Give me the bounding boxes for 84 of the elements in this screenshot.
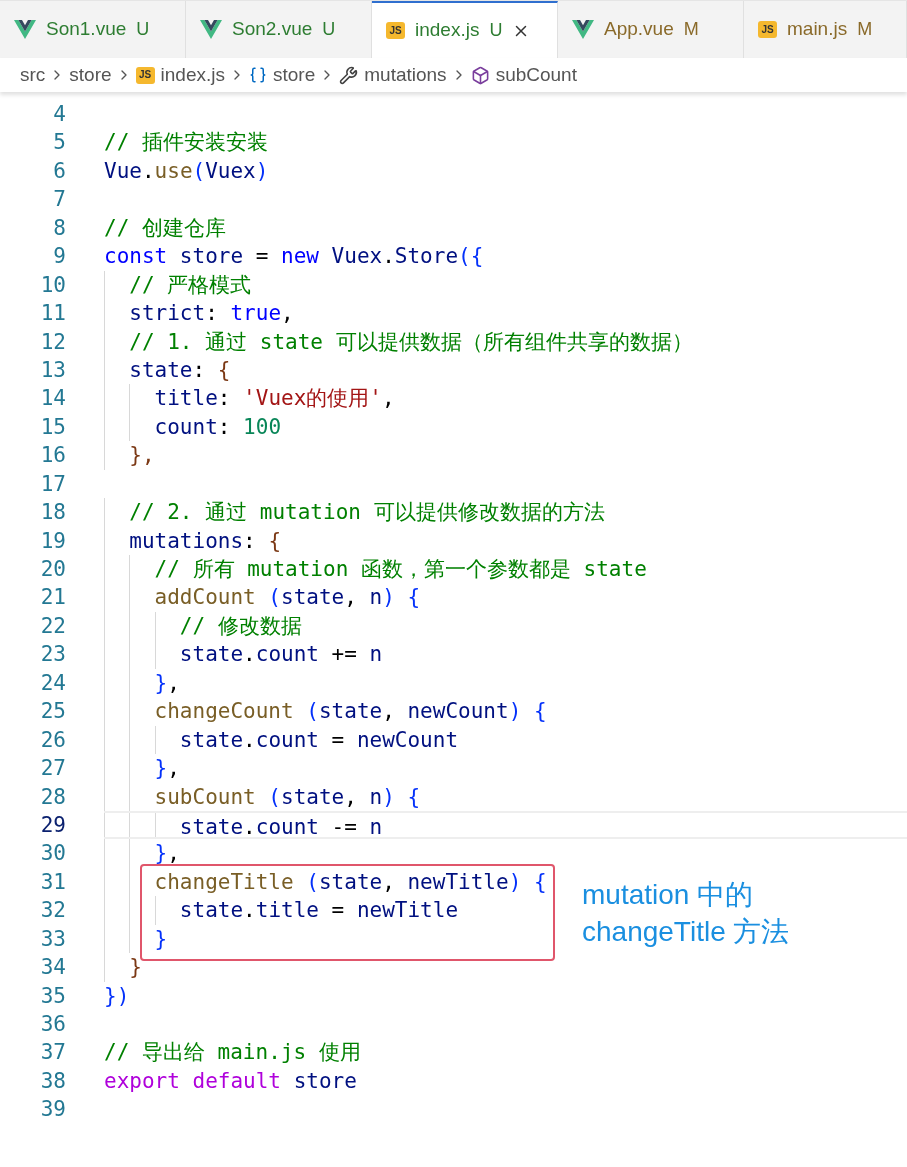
editor-tab[interactable]: JS index.js U xyxy=(372,1,558,58)
code-line: subCount (state, n) { xyxy=(153,784,421,809)
line-number: 22 xyxy=(39,612,66,640)
line-number: 24 xyxy=(39,669,66,697)
line-number: 11 xyxy=(39,300,66,328)
code-line: state.count += n xyxy=(178,642,383,667)
line-number: 32 xyxy=(39,897,66,925)
line-number: 35 xyxy=(39,982,66,1010)
callout-text: mutation 中的 changeTitle 方法 xyxy=(582,878,790,950)
line-number: 19 xyxy=(39,527,66,555)
code-line: mutations: { xyxy=(128,528,282,553)
vue-logo-icon xyxy=(14,20,36,39)
line-number: 14 xyxy=(39,385,66,413)
code-line: state.title = newTitle xyxy=(178,898,459,923)
line-number: 7 xyxy=(52,186,66,214)
line-number: 12 xyxy=(39,328,66,356)
code-line: }, xyxy=(128,443,155,468)
vue-logo-icon xyxy=(572,20,594,39)
code-line: } xyxy=(128,955,142,980)
code-line: Vue.use(Vuex) xyxy=(104,158,269,183)
code-line: count: 100 xyxy=(153,414,282,439)
breadcrumb-item[interactable]: mutations xyxy=(364,60,447,90)
line-number: 28 xyxy=(39,783,66,811)
line-number: 8 xyxy=(52,214,66,242)
line-number: 36 xyxy=(39,1011,66,1038)
code-line: } xyxy=(153,926,168,951)
breadcrumb-item[interactable]: index.js xyxy=(160,60,225,90)
code-line: state: { xyxy=(128,357,231,382)
code-line: // 修改数据 xyxy=(178,613,302,638)
line-number: 21 xyxy=(39,584,66,612)
braces-icon xyxy=(249,66,267,84)
line-number: 9 xyxy=(52,243,66,271)
line-number: 29 xyxy=(39,811,66,839)
line-number: 20 xyxy=(39,556,66,583)
line-number: 25 xyxy=(39,698,66,726)
code-line: changeTitle (state, newTitle) { xyxy=(153,869,547,894)
wrench-icon xyxy=(339,65,359,85)
code-line: // 严格模式 xyxy=(128,272,252,297)
js-file-icon: JS xyxy=(758,21,777,38)
line-number: 30 xyxy=(39,840,66,868)
code-line: changeCount (state, newCount) { xyxy=(153,699,547,724)
line-number: 26 xyxy=(39,726,66,754)
line-number: 34 xyxy=(39,954,66,982)
code-line: export default store xyxy=(104,1068,357,1093)
line-number: 31 xyxy=(39,868,66,896)
line-number: 4 xyxy=(52,101,66,128)
code-line: // 插件安装安装 xyxy=(104,130,268,155)
line-number: 10 xyxy=(39,271,66,299)
breadcrumb-item[interactable]: src xyxy=(20,60,46,90)
line-number: 23 xyxy=(39,641,66,669)
code-line: strict: true, xyxy=(128,301,294,326)
code-line: title: 'Vuex的使用', xyxy=(153,386,395,411)
code-line: // 2. 通过 mutation 可以提供修改数据的方法 xyxy=(128,500,605,525)
breadcrumb-item[interactable]: subCount xyxy=(495,60,577,90)
line-number: 27 xyxy=(39,755,66,783)
code-line: }, xyxy=(153,756,180,781)
vue-logo-icon xyxy=(200,20,222,39)
code-line: // 1. 通过 state 可以提供数据（所有组件共享的数据） xyxy=(128,329,693,354)
line-number: 33 xyxy=(39,925,66,953)
code-line: // 创建仓库 xyxy=(104,215,226,240)
code-line: // 所有 mutation 函数，第一个参数都是 state xyxy=(153,557,647,581)
line-number: 5 xyxy=(52,129,66,157)
code-line: }, xyxy=(153,670,180,695)
line-number: 6 xyxy=(52,157,66,185)
line-number: 13 xyxy=(39,356,66,384)
line-number: 17 xyxy=(39,470,66,498)
code-line: state.count -= n xyxy=(178,814,383,839)
line-number: 38 xyxy=(39,1067,66,1095)
code-line: const store = new Vuex.Store({ xyxy=(104,244,484,269)
code-line: state.count = newCount xyxy=(178,727,459,752)
code-line: }) xyxy=(104,983,130,1008)
cube-icon xyxy=(470,65,490,85)
code-line: }, xyxy=(153,841,180,866)
code-line: // 导出给 main.js 使用 xyxy=(104,1040,361,1065)
js-file-icon: JS xyxy=(386,22,405,39)
line-number: 18 xyxy=(39,499,66,527)
line-number: 37 xyxy=(39,1039,66,1067)
line-number: 15 xyxy=(39,413,66,441)
code-line: addCount (state, n) { xyxy=(153,585,421,610)
line-number: 39 xyxy=(39,1096,66,1124)
breadcrumb-item[interactable]: store xyxy=(273,60,316,90)
breadcrumb-item[interactable]: store xyxy=(69,60,112,90)
js-file-icon: JS xyxy=(135,66,155,84)
line-number: 16 xyxy=(39,442,66,470)
